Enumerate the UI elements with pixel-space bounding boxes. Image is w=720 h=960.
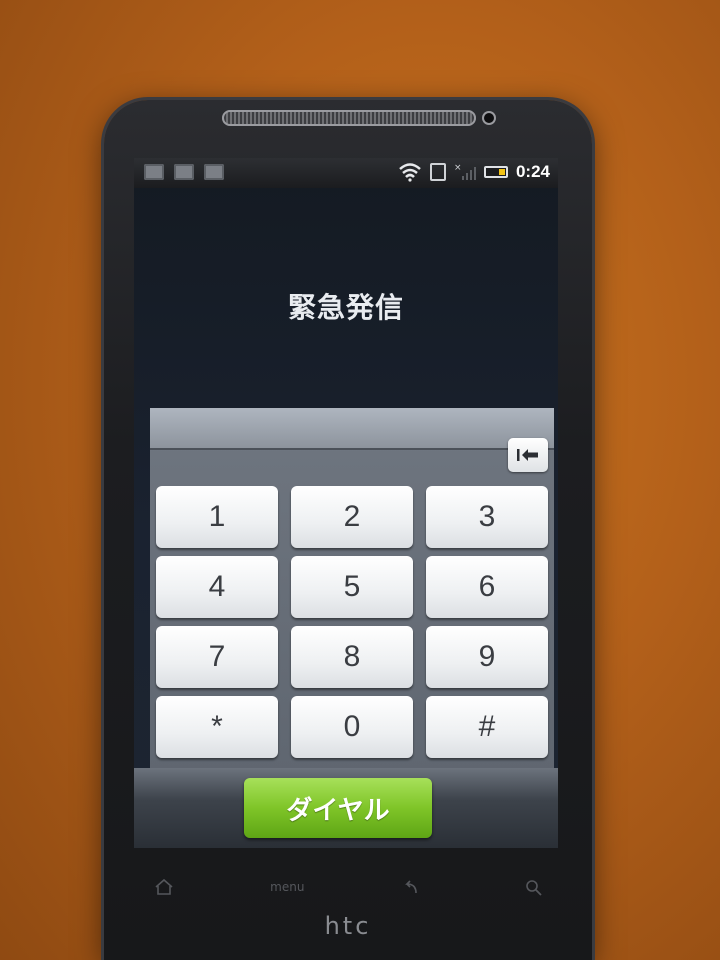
shopping-bag-icon xyxy=(174,164,194,180)
notification-icon xyxy=(144,164,164,180)
keypad: 1 2 3 4 5 6 7 8 9 * 0 # xyxy=(156,486,548,758)
htc-logo: htc xyxy=(324,912,372,940)
call-bar: ダイヤル xyxy=(134,768,558,848)
status-right-icons: × 0:24 xyxy=(398,162,550,182)
key-0[interactable]: 0 xyxy=(291,696,413,758)
key-5[interactable]: 5 xyxy=(291,556,413,618)
key-9[interactable]: 9 xyxy=(426,626,548,688)
earpiece-speaker xyxy=(222,110,476,126)
no-signal-icon: × xyxy=(454,163,476,180)
phone-screen: × 0:24 緊急発信 1 2 3 4 5 6 7 8 9 * 0 # ダイヤル xyxy=(134,158,558,848)
wifi-icon xyxy=(399,163,421,182)
backspace-button[interactable] xyxy=(508,438,548,472)
page-title: 緊急発信 xyxy=(287,291,404,324)
search-icon[interactable] xyxy=(514,878,554,896)
key-hash[interactable]: # xyxy=(426,696,548,758)
phone-number-field[interactable] xyxy=(150,408,554,450)
battery-icon xyxy=(483,166,508,178)
key-3[interactable]: 3 xyxy=(426,486,548,548)
checkbox-icon xyxy=(204,164,224,180)
key-4[interactable]: 4 xyxy=(156,556,278,618)
key-8[interactable]: 8 xyxy=(291,626,413,688)
key-6[interactable]: 6 xyxy=(426,556,548,618)
status-left-icons xyxy=(144,164,224,180)
home-icon[interactable] xyxy=(144,878,184,896)
backspace-icon xyxy=(517,449,538,461)
key-star[interactable]: * xyxy=(156,696,278,758)
back-icon[interactable] xyxy=(391,878,431,896)
status-time: 0:24 xyxy=(515,162,550,181)
menu-button[interactable]: menu xyxy=(267,880,307,894)
hardware-nav-bar: menu xyxy=(144,872,554,902)
front-camera xyxy=(484,113,494,123)
key-1[interactable]: 1 xyxy=(156,486,278,548)
svg-text:×: × xyxy=(454,163,462,173)
status-bar: × 0:24 xyxy=(134,158,558,188)
key-2[interactable]: 2 xyxy=(291,486,413,548)
dial-button[interactable]: ダイヤル xyxy=(244,778,432,838)
key-7[interactable]: 7 xyxy=(156,626,278,688)
phone-body: × 0:24 緊急発信 1 2 3 4 5 6 7 8 9 * 0 # ダイヤル… xyxy=(104,100,592,960)
sim-icon xyxy=(429,163,446,181)
